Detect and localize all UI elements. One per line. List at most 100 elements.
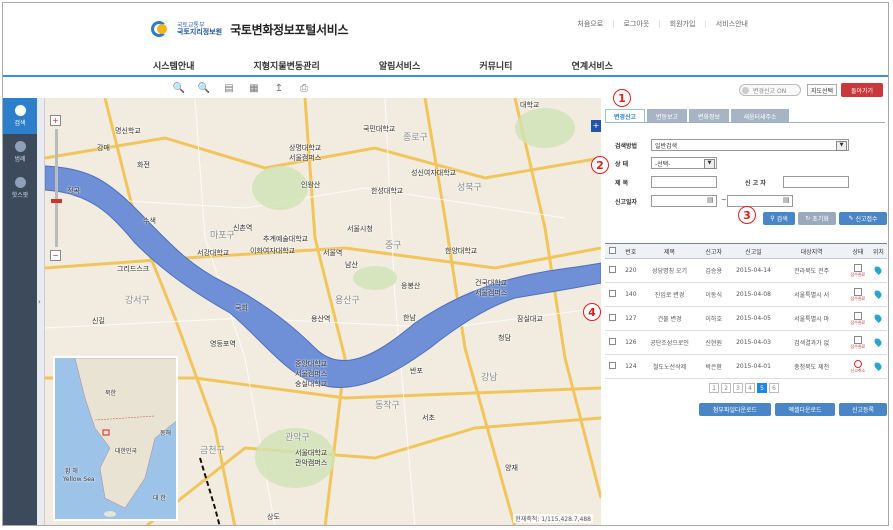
row-title[interactable]: 공단조성으로인 [641,330,698,355]
page-link[interactable]: 3 [733,383,743,393]
row-title[interactable]: 진입로 변경 [641,282,698,307]
method-select[interactable]: 일반검색 [651,139,849,151]
title-label: 제 목 [615,180,629,187]
reporter-input[interactable] [783,176,849,188]
row-location[interactable] [869,330,887,355]
report-button[interactable]: ✎ 신고접수 [839,212,887,225]
map-select-button[interactable]: 지도선택 [807,84,838,96]
location-pin-icon[interactable] [873,264,884,275]
row-title[interactable]: 성당명칭 오기 [641,258,698,283]
zoom-out-tool-icon[interactable]: 🔍 [196,82,212,94]
place-label: 대학교 [520,101,540,109]
tab-change-notice[interactable]: 변동보고 [647,109,687,123]
site-logo[interactable]: 국토교통부 국토지리정보원 국토변화정보포털서비스 [151,19,349,39]
map-canvas[interactable]: 대학교 명신학교 강매 화전 정곡 수색 신촌역 이화여자대학교 서울시청 서울… [45,98,601,525]
table-row[interactable]: 140 진입로 변경 이동식 2015-04-08 서울특별시 서 접수완료 [605,282,887,307]
sidenav-legend[interactable]: 범례 [3,134,37,170]
location-pin-icon[interactable] [873,288,884,299]
place-label: 용산역 [311,315,331,323]
sidenav-search[interactable]: 검색 [3,98,37,134]
nav-alert-service[interactable]: 알림서비스 [379,59,420,72]
row-location[interactable] [869,354,887,379]
location-pin-icon[interactable] [873,336,884,347]
place-label: 신촌역 [233,224,253,232]
nav-system-intro[interactable]: 시스템안내 [153,59,194,72]
table-row[interactable]: 126 공단조성으로인 신현원 2015-04-03 검색결과가 없 접수완료 [605,330,887,355]
row-location[interactable] [869,306,887,331]
zoom-slider[interactable] [51,129,62,247]
method-label: 검색방법 [615,143,638,150]
save-tool-icon[interactable]: ↥ [271,82,287,94]
row-location[interactable] [869,258,887,283]
row-title[interactable]: 건물 변경 [641,306,698,331]
row-checkbox[interactable] [605,306,621,331]
attachment-download-button[interactable]: 첨부파일다운로드 [699,403,771,416]
calendar-icon[interactable]: ▤ [707,196,714,204]
search-button-label: 검색 [776,216,788,223]
row-checkbox[interactable] [605,258,621,283]
top-links: 처음으로 로그아웃 회원가입 서비스안내 [577,19,748,29]
calendar-icon[interactable]: ▤ [783,196,790,204]
table-row[interactable]: 124 철도노선삭제 박은환 2015-04-01 충청북도 제천 신고취소 [605,354,887,379]
nav-feature-change[interactable]: 지형지물변동관리 [254,59,320,72]
area-tool-icon[interactable]: ▦ [246,82,262,94]
page-link[interactable]: 4 [745,383,755,393]
sidenav-hotspot-label: 핫스팟 [11,192,29,199]
nav-linked-service[interactable]: 연계서비스 [572,59,613,72]
row-date: 2015-04-14 [729,258,778,283]
excel-download-button[interactable]: 엑셀다운로드 [775,403,835,416]
col-region: 대상지역 [777,243,847,259]
search-button[interactable]: ⚲ 검색 [763,212,795,225]
nav-divider [3,75,888,77]
report-toggle[interactable]: 변경신고 ON [739,84,801,96]
table-row[interactable]: 220 성당명칭 오기 김승용 2015-04-14 전라북도 전주 접수완료 [605,258,887,283]
row-location[interactable] [869,282,887,307]
panel-collapse-handle[interactable]: › [37,98,45,525]
top-link-join[interactable]: 회원가입 [658,19,696,29]
location-pin-icon[interactable] [873,360,884,371]
page-link-current[interactable]: 5 [757,383,767,393]
row-date: 2015-04-01 [729,354,778,379]
row-title[interactable]: 철도노선삭제 [641,354,698,379]
overview-label: 대한민국 [115,448,138,455]
top-link-guide[interactable]: 서비스안내 [704,19,748,29]
status-select[interactable]: -선택- [651,157,717,169]
distance-tool-icon[interactable]: ▤ [221,82,237,94]
page-link[interactable]: 2 [721,383,731,393]
zoom-in-tool-icon[interactable]: 🔍 [171,82,187,94]
map-expand-button[interactable]: + [591,120,601,132]
select-all-checkbox[interactable] [605,243,621,259]
row-checkbox[interactable] [605,354,621,379]
site-title: 국토변화정보포털서비스 [230,22,349,37]
top-link-home[interactable]: 처음으로 [577,19,603,29]
row-no: 220 [620,258,642,283]
pagination: 1 2 3 4 5 6 [709,383,779,393]
table-row[interactable]: 127 건물 변경 이하호 2015-04-05 서울특별시 마 접수완료 [605,306,887,331]
tab-change-report[interactable]: 변경신고 [605,109,645,123]
top-link-logout[interactable]: 로그아웃 [612,19,650,29]
place-label: 반포 [410,367,423,375]
tab-change-info[interactable]: 변화정보 [689,109,729,123]
location-pin-icon[interactable] [873,312,884,323]
sidenav-hotspot[interactable]: 핫스팟 [3,170,37,206]
zoom-out-button[interactable]: − [50,250,61,261]
title-input[interactable] [651,176,717,188]
zoom-in-button[interactable]: + [50,115,61,126]
overview-label: 동해 [160,430,172,437]
register-report-button[interactable]: 신고등록 [839,403,887,416]
back-button[interactable]: 돌아가기 [841,83,883,97]
logo-mark-icon [151,19,173,39]
print-tool-icon[interactable]: ⎙ [296,82,312,94]
reset-button-label: 초기화 [812,216,829,223]
district-label: 종로구 [403,133,428,143]
row-region: 서울특별시 마 [777,306,847,331]
overview-map[interactable]: 북한 대한민국 황 해 Yellow Sea 동해 대 한 [53,356,178,521]
page-link[interactable]: 6 [769,383,779,393]
nav-community[interactable]: 커뮤니티 [479,59,512,72]
row-checkbox[interactable] [605,330,621,355]
reset-button[interactable]: ↻ 초기화 [798,212,836,225]
page-link[interactable]: 1 [709,383,719,393]
tab-new-address[interactable]: 새움터새주소 [731,109,789,123]
row-checkbox[interactable] [605,282,621,307]
sidenav-legend-label: 범례 [14,156,26,163]
